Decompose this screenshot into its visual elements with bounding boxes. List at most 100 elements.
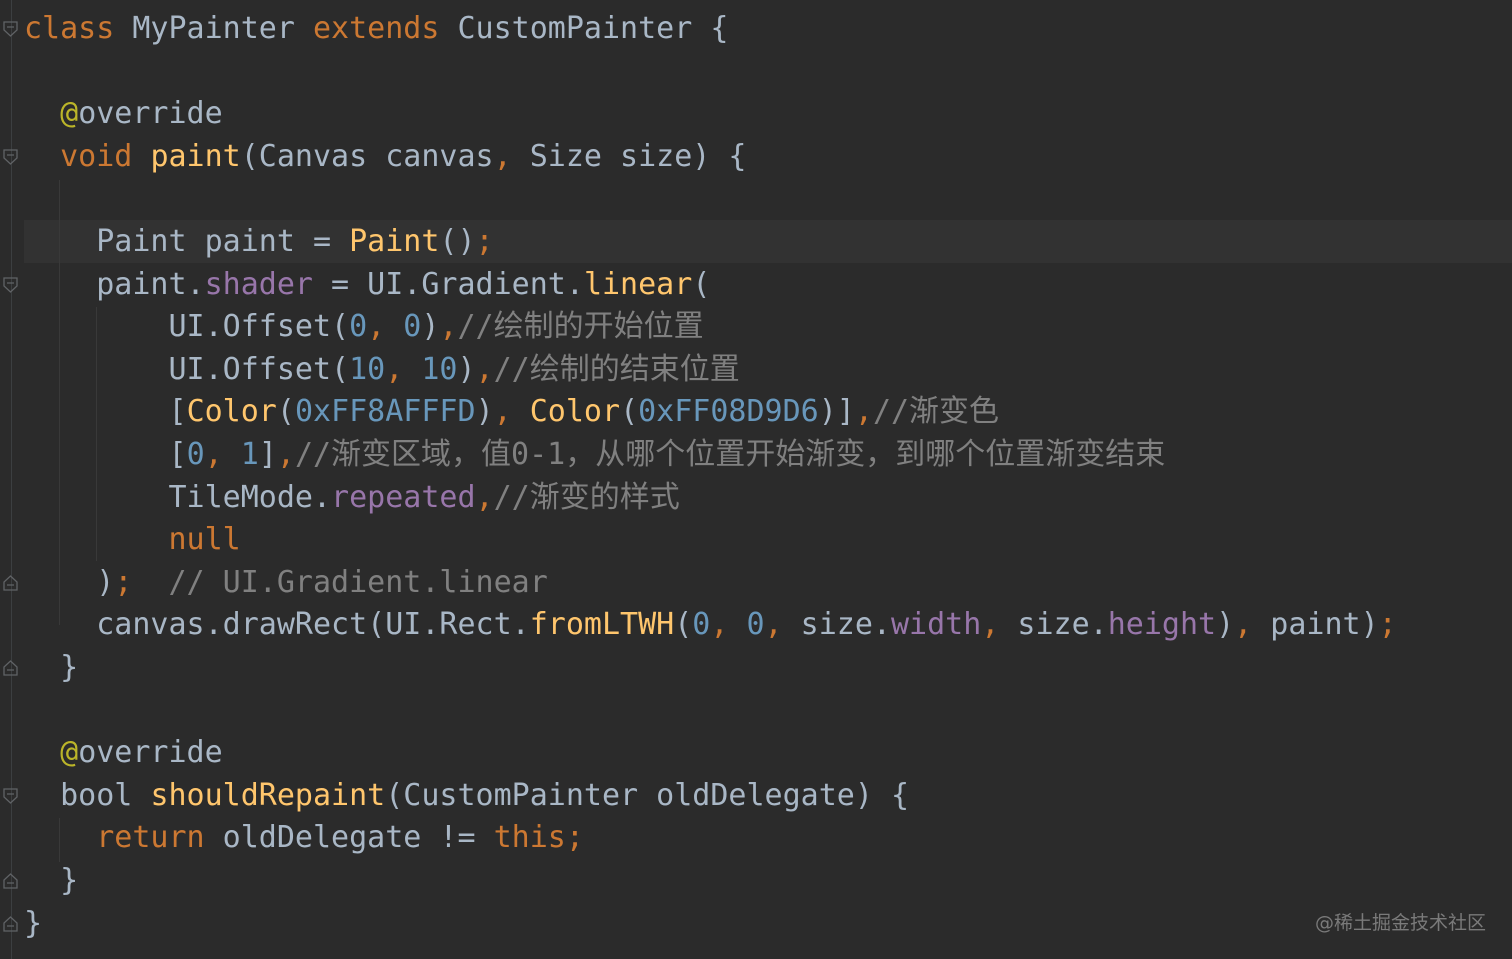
code-line[interactable]: @override [24,92,223,135]
code-token: , [439,309,458,345]
code-token: , [385,351,422,387]
code-line[interactable]: UI.Offset(0, 0),//绘制的开始位置 [24,305,704,348]
code-line[interactable]: return oldDelegate != this; [24,816,584,859]
code-token: = UI.Gradient. [313,266,584,302]
code-line[interactable]: UI.Offset(10, 10),//绘制的结束位置 [24,348,740,391]
code-token: )] [818,394,855,430]
code-token: @ [60,735,79,771]
fold-open-icon[interactable] [3,149,18,165]
code-token: size. [1017,607,1108,643]
fold-open-icon[interactable] [3,788,18,804]
code-line[interactable]: void paint(Canvas canvas, Size size) { [24,135,747,178]
code-token: ) [24,564,115,600]
code-line[interactable]: TileMode.repeated,//渐变的样式 [24,476,680,519]
code-token: , [204,437,241,472]
code-token: 0xFF8AFFFD [294,394,476,430]
code-token: TileMode. [24,479,332,515]
code-token: canvas.drawRect(UI.Rect. [24,607,530,643]
code-token: oldDelegate != [204,820,494,856]
code-token: //绘制的结束位置 [493,351,740,387]
code-token: () [439,224,476,259]
code-token: bool [24,777,151,813]
code-token: linear [583,266,693,302]
code-token: , [475,479,494,515]
fold-close-icon[interactable] [3,660,18,676]
fold-open-icon[interactable] [3,276,18,293]
code-line[interactable]: ); // UI.Gradient.linear [24,561,548,604]
code-line[interactable]: canvas.drawRect(UI.Rect.fromLTWH(0, 0, s… [24,603,1397,646]
code-editor[interactable]: class MyPainter extends CustomPainter { … [0,0,1512,959]
code-token: , [1234,607,1271,643]
code-token: fromLTWH [529,607,675,643]
code-token: ; [1378,607,1397,643]
code-token: Paint [349,224,440,259]
code-token: //渐变的样式 [493,479,680,515]
code-token: this [493,820,566,856]
gutter-divider [11,0,12,959]
code-token: } [24,863,79,898]
code-token: class [24,11,115,46]
code-token: } [24,650,79,685]
code-token: ; [565,820,584,856]
code-token: Size size) { [511,138,747,174]
code-token: paint [150,138,241,174]
fold-close-icon[interactable] [3,915,18,932]
code-token: override [78,735,223,771]
code-token: null [168,522,241,558]
fold-close-icon[interactable] [3,574,18,591]
code-token: ( [620,394,639,430]
code-token: width [890,607,982,643]
code-token: UI.Offset( [24,309,350,345]
code-token: MyPainter [114,11,313,46]
code-token: Color [529,394,621,430]
code-token: , [276,437,295,472]
code-token: 10 [349,351,386,387]
code-line[interactable]: @override [24,731,223,774]
code-token: //渐变色 [872,394,1000,430]
code-token: size. [800,607,891,643]
code-token: ] [258,437,277,472]
code-token: repeated [331,479,476,515]
code-token: ) [475,394,494,430]
code-line[interactable]: } [24,902,42,945]
editor-gutter[interactable] [0,0,24,959]
code-token: ) [1216,607,1235,643]
code-token: ; [475,224,494,259]
code-token: (Canvas canvas [240,138,494,174]
code-line[interactable]: bool shouldRepaint(CustomPainter oldDele… [24,774,909,817]
code-token: CustomPainter { [439,11,729,46]
code-token: , [367,309,404,345]
code-token: 0 [746,607,765,643]
code-token: 1 [240,437,259,472]
code-token: //绘制的开始位置 [457,309,704,345]
code-token: 0 [403,309,422,345]
code-token: @ [60,96,79,132]
code-token: ( [692,266,711,302]
code-token: , [854,394,873,430]
code-token: return [96,820,205,856]
code-token: height [1107,607,1217,643]
code-line[interactable]: [Color(0xFF8AFFFD), Color(0xFF08D9D6)],/… [24,390,999,433]
code-line[interactable]: class MyPainter extends CustomPainter { [24,7,728,50]
code-line[interactable]: } [24,646,78,689]
fold-open-icon[interactable] [3,21,18,37]
code-token: ( [276,394,295,430]
code-line[interactable]: } [24,859,78,902]
code-token: paint) [1270,607,1379,643]
code-token: , [981,607,1018,643]
code-line[interactable]: null [24,518,241,561]
code-token: } [24,905,43,941]
code-token: [ [24,437,187,472]
code-token: ) [457,351,476,387]
code-line[interactable]: paint.shader = UI.Gradient.linear( [24,263,710,306]
code-token: //渐变区域，值0-1，从哪个位置开始渐变，到哪个位置渐变结束 [294,437,1166,472]
fold-close-icon[interactable] [3,873,18,889]
code-token: UI.Offset( [24,351,350,387]
code-line[interactable]: Paint paint = Paint(); [24,220,494,263]
code-token: // UI.Gradient.linear [132,564,548,600]
code-line[interactable]: [0, 1],//渐变区域，值0-1，从哪个位置开始渐变，到哪个位置渐变结束 [24,433,1165,476]
